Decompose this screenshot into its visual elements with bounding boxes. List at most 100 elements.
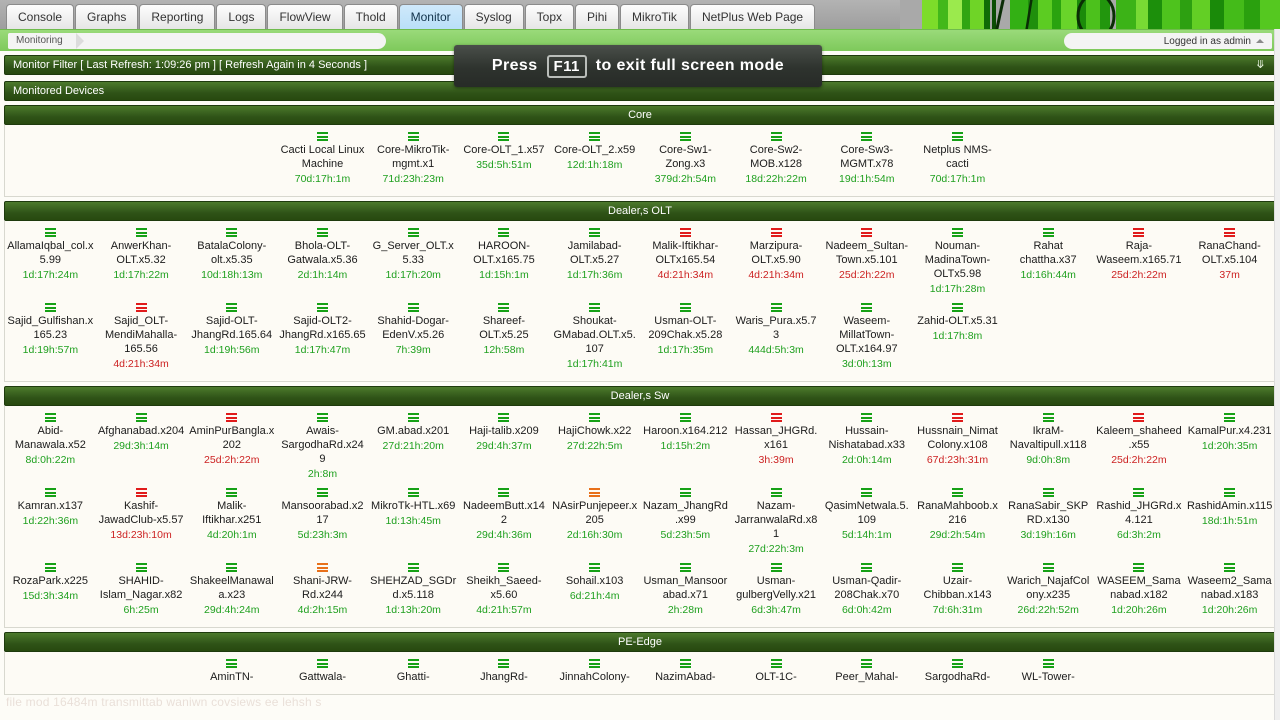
device-cell[interactable]: OLT-1C- [731, 656, 822, 688]
device-cell[interactable]: Hussain-Nishatabad.x33 2d:0h:14m [821, 410, 912, 485]
group-header-core[interactable]: Core [4, 105, 1276, 125]
device-cell[interactable]: AminPurBangla.x202 25d:2h:22m [186, 410, 277, 485]
device-cell[interactable]: Mansoorabad.x217 5d:23h:3m [277, 485, 368, 560]
device-cell[interactable]: G_Server_OLT.x5.33 1d:17h:20m [368, 225, 459, 300]
device-cell[interactable]: Sajid_Gulfishan.x165.23 1d:19h:57m [5, 300, 96, 375]
tab-flowview[interactable]: FlowView [267, 4, 343, 29]
device-cell[interactable]: RanaChand-OLT.x5.104 37m [1184, 225, 1275, 300]
group-header-dealer-s-olt[interactable]: Dealer,s OLT [4, 201, 1276, 221]
device-cell[interactable]: Haji-talib.x209 29d:4h:37m [459, 410, 550, 485]
device-cell[interactable]: Zahid-OLT.x5.31 1d:17h:8m [912, 300, 1003, 375]
device-cell[interactable]: SHEHZAD_SGDrd.x5.118 1d:13h:20m [368, 560, 459, 621]
tab-console[interactable]: Console [6, 4, 75, 29]
device-cell[interactable]: Sajid-OLT2-JhangRd.x165.65 1d:17h:47m [277, 300, 368, 375]
device-cell[interactable]: HajiChowk.x22 27d:22h:5m [549, 410, 640, 485]
tab-pihi[interactable]: Pihi [575, 4, 620, 29]
tab-thold[interactable]: Thold [343, 4, 398, 29]
device-cell[interactable]: Shoukat-GMabad.OLT.x5.107 1d:17h:41m [549, 300, 640, 375]
device-cell[interactable]: SargodhaRd- [912, 656, 1003, 688]
device-cell[interactable]: Marzipura-OLT.x5.90 4d:21h:34m [731, 225, 822, 300]
device-cell[interactable]: Usman-Qadir-208Chak.x70 6d:0h:42m [821, 560, 912, 621]
group-header-pe-edge[interactable]: PE-Edge [4, 632, 1276, 652]
device-cell[interactable]: Nazam-JarranwalaRd.x81 27d:22h:3m [731, 485, 822, 560]
device-cell[interactable]: Cacti Local Linux Machine 70d:17h:1m [277, 129, 368, 190]
device-cell[interactable]: Sohail.x103 6d:21h:4m [549, 560, 640, 621]
tab-syslog[interactable]: Syslog [463, 4, 524, 29]
device-cell[interactable]: Ghatti- [368, 656, 459, 688]
tab-logs[interactable]: Logs [216, 4, 267, 29]
tab-netplus-web-page[interactable]: NetPlus Web Page [689, 4, 816, 29]
tab-graphs[interactable]: Graphs [75, 4, 139, 29]
device-cell[interactable]: Core-Sw1-Zong.x3 379d:2h:54m [640, 129, 731, 190]
device-cell[interactable]: Sajid-OLT-JhangRd.165.64 1d:19h:56m [186, 300, 277, 375]
device-cell[interactable]: SHAHID-Islam_Nagar.x82 6h:25m [96, 560, 187, 621]
device-cell[interactable]: JinnahColony- [549, 656, 640, 688]
device-cell[interactable]: QasimNetwala.5.109 5d:14h:1m [821, 485, 912, 560]
group-header-dealer-s-sw[interactable]: Dealer,s Sw [4, 386, 1276, 406]
device-cell[interactable]: HAROON-OLT.x165.75 1d:15h:1m [459, 225, 550, 300]
device-cell[interactable]: Shareef-OLT.x5.25 12h:58m [459, 300, 550, 375]
device-cell[interactable]: AminTN- [186, 656, 277, 688]
login-status[interactable]: Logged in as admin [1064, 33, 1272, 49]
device-cell[interactable]: BatalaColony-olt.x5.35 10d:18h:13m [186, 225, 277, 300]
device-cell[interactable]: Afghanabad.x204 29d:3h:14m [96, 410, 187, 485]
device-cell[interactable]: Kamran.x137 1d:22h:36m [5, 485, 96, 560]
device-cell[interactable]: RanaMahboob.x216 29d:2h:54m [912, 485, 1003, 560]
device-cell[interactable]: Kaleem_shaheed.x55 25d:2h:22m [1094, 410, 1185, 485]
device-cell[interactable]: NAsirPunjepeer.x205 2d:16h:30m [549, 485, 640, 560]
device-cell[interactable]: MikroTk-HTL.x69 1d:13h:45m [368, 485, 459, 560]
device-cell[interactable]: Sheikh_Saeed-x5.60 4d:21h:57m [459, 560, 550, 621]
device-cell[interactable]: Shani-JRW-Rd.x244 4d:2h:15m [277, 560, 368, 621]
device-cell[interactable]: WL-Tower- [1003, 656, 1094, 688]
device-cell[interactable]: Core-Sw3-MGMT.x78 19d:1h:54m [821, 129, 912, 190]
device-cell[interactable]: RozaPark.x225 15d:3h:34m [5, 560, 96, 621]
device-cell[interactable]: Usman-OLT-209Chak.x5.28 1d:17h:35m [640, 300, 731, 375]
device-cell[interactable]: Warich_NajafColony.x235 26d:22h:52m [1003, 560, 1094, 621]
device-cell[interactable]: Uzair-Chibban.x143 7d:6h:31m [912, 560, 1003, 621]
device-cell[interactable]: Nazam_JhangRd.x99 5d:23h:5m [640, 485, 731, 560]
device-cell[interactable]: Shahid-Dogar-EdenV.x5.26 7h:39m [368, 300, 459, 375]
device-cell[interactable]: Core-OLT_2.x59 12d:1h:18m [549, 129, 640, 190]
device-cell[interactable]: NazimAbad- [640, 656, 731, 688]
tab-monitor[interactable]: Monitor [398, 4, 463, 29]
device-cell[interactable]: Abid-Manawala.x52 8d:0h:22m [5, 410, 96, 485]
device-cell[interactable]: Hussnain_Nimat Colony.x108 67d:23h:31m [912, 410, 1003, 485]
device-cell[interactable]: NadeemButt.x142 29d:4h:36m [459, 485, 550, 560]
device-cell[interactable]: Awais-SargodhaRd.x249 2h:8m [277, 410, 368, 485]
device-cell[interactable]: Netplus NMS-cacti 70d:17h:1m [912, 129, 1003, 190]
tab-reporting[interactable]: Reporting [139, 4, 216, 29]
device-cell[interactable]: Nouman-MadinaTown-OLTx5.98 1d:17h:28m [912, 225, 1003, 300]
device-cell[interactable]: Jamilabad-OLT.x5.27 1d:17h:36m [549, 225, 640, 300]
breadcrumb[interactable]: Monitoring [8, 32, 386, 49]
vertical-scrollbar[interactable] [1274, 29, 1280, 720]
device-cell[interactable]: Rashid_JHGRd.x4.121 6d:3h:2m [1094, 485, 1185, 560]
tab-mikrotik[interactable]: MikroTik [620, 4, 689, 29]
device-cell[interactable]: WASEEM_Samanabad.x182 1d:20h:26m [1094, 560, 1185, 621]
device-cell[interactable]: Core-OLT_1.x57 35d:5h:51m [459, 129, 550, 190]
device-cell[interactable]: Raja-Waseem.x165.71 25d:2h:22m [1094, 225, 1185, 300]
device-cell[interactable]: Rahat chattha.x37 1d:16h:44m [1003, 225, 1094, 300]
device-cell[interactable]: RanaSabir_SKPRD.x130 3d:19h:16m [1003, 485, 1094, 560]
device-cell[interactable]: Sajid_OLT-MendiMahalla-165.56 4d:21h:34m [96, 300, 187, 375]
device-cell[interactable]: Core-Sw2-MOB.x128 18d:22h:22m [731, 129, 822, 190]
device-cell[interactable]: Core-MikroTik-mgmt.x1 71d:23h:23m [368, 129, 459, 190]
device-cell[interactable]: AllamaIqbal_col.x5.99 1d:17h:24m [5, 225, 96, 300]
device-cell[interactable]: Kashif-JawadClub-x5.57 13d:23h:10m [96, 485, 187, 560]
chevron-double-down-icon[interactable]: ⤋ [1256, 58, 1265, 72]
device-cell[interactable]: Bhola-OLT-Gatwala.x5.36 2d:1h:14m [277, 225, 368, 300]
device-cell[interactable]: Malik-Iftikhar.x251 4d:20h:1m [186, 485, 277, 560]
device-cell[interactable]: RashidAmin.x115 18d:1h:51m [1184, 485, 1275, 560]
device-cell[interactable]: Usman-gulbergVelly.x21 6d:3h:47m [731, 560, 822, 621]
device-cell[interactable]: Waseem2_Samanabad.x183 1d:20h:26m [1184, 560, 1275, 621]
device-cell[interactable]: Malik-Iftikhar-OLTx165.54 4d:21h:34m [640, 225, 731, 300]
device-cell[interactable]: Waris_Pura.x5.73 444d:5h:3m [731, 300, 822, 375]
device-cell[interactable]: IkraM-Navaltipull.x118 9d:0h:8m [1003, 410, 1094, 485]
device-cell[interactable]: GM.abad.x201 27d:21h:20m [368, 410, 459, 485]
device-cell[interactable]: ShakeelManawala.x23 29d:4h:24m [186, 560, 277, 621]
device-cell[interactable]: Haroon.x164.212 1d:15h:2m [640, 410, 731, 485]
device-cell[interactable]: KamalPur.x4.231 1d:20h:35m [1184, 410, 1275, 485]
device-cell[interactable]: Nadeem_Sultan-Town.x5.101 25d:2h:22m [821, 225, 912, 300]
device-cell[interactable]: JhangRd- [459, 656, 550, 688]
device-cell[interactable]: Hassan_JHGRd.x161 3h:39m [731, 410, 822, 485]
device-cell[interactable]: Waseem-MillatTown-OLT.x164.97 3d:0h:13m [821, 300, 912, 375]
